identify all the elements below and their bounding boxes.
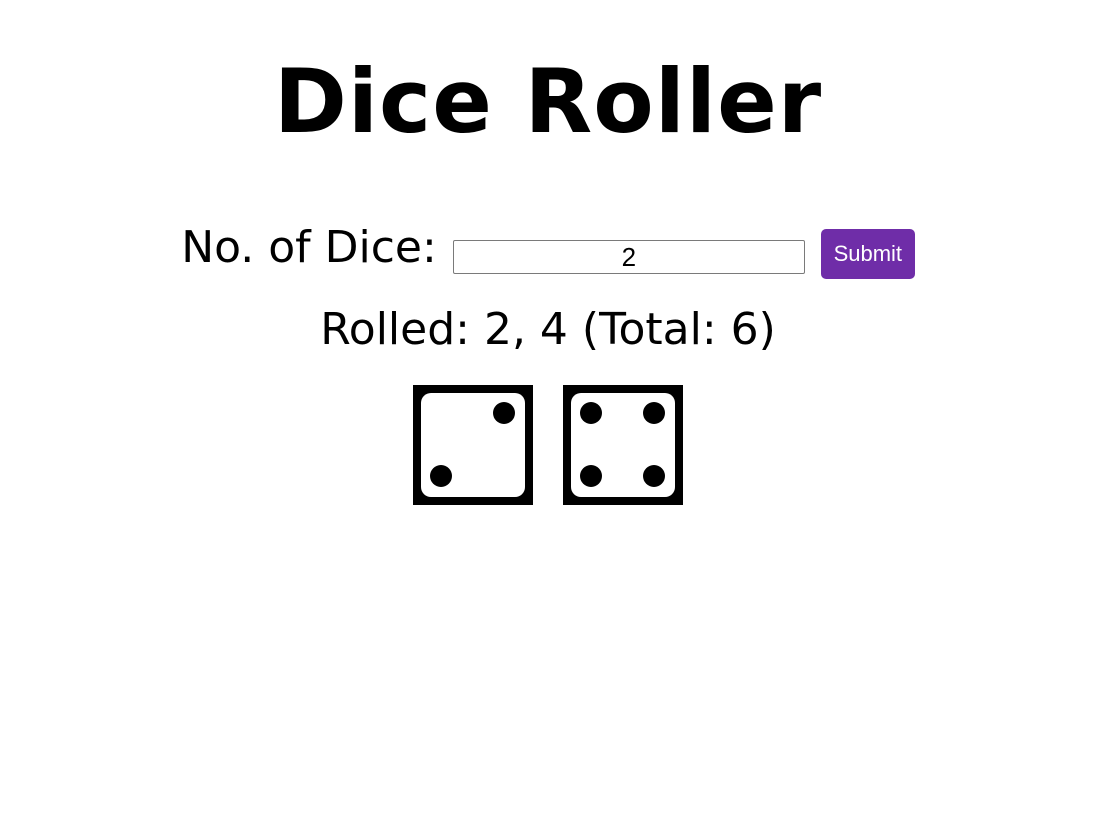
dice-count-input[interactable] [452, 240, 805, 274]
dice-area [0, 385, 1096, 505]
submit-button[interactable]: Submit [820, 229, 915, 279]
page-title: Dice Roller [273, 50, 823, 153]
die-face-2-icon [413, 385, 533, 505]
dice-count-label: No. of Dice: [181, 222, 437, 273]
die-face-4-icon [563, 385, 683, 505]
dice-count-form: No. of Dice: Submit [0, 222, 1096, 284]
roll-result-text: Rolled: 2, 4 (Total: 6) [320, 304, 776, 355]
